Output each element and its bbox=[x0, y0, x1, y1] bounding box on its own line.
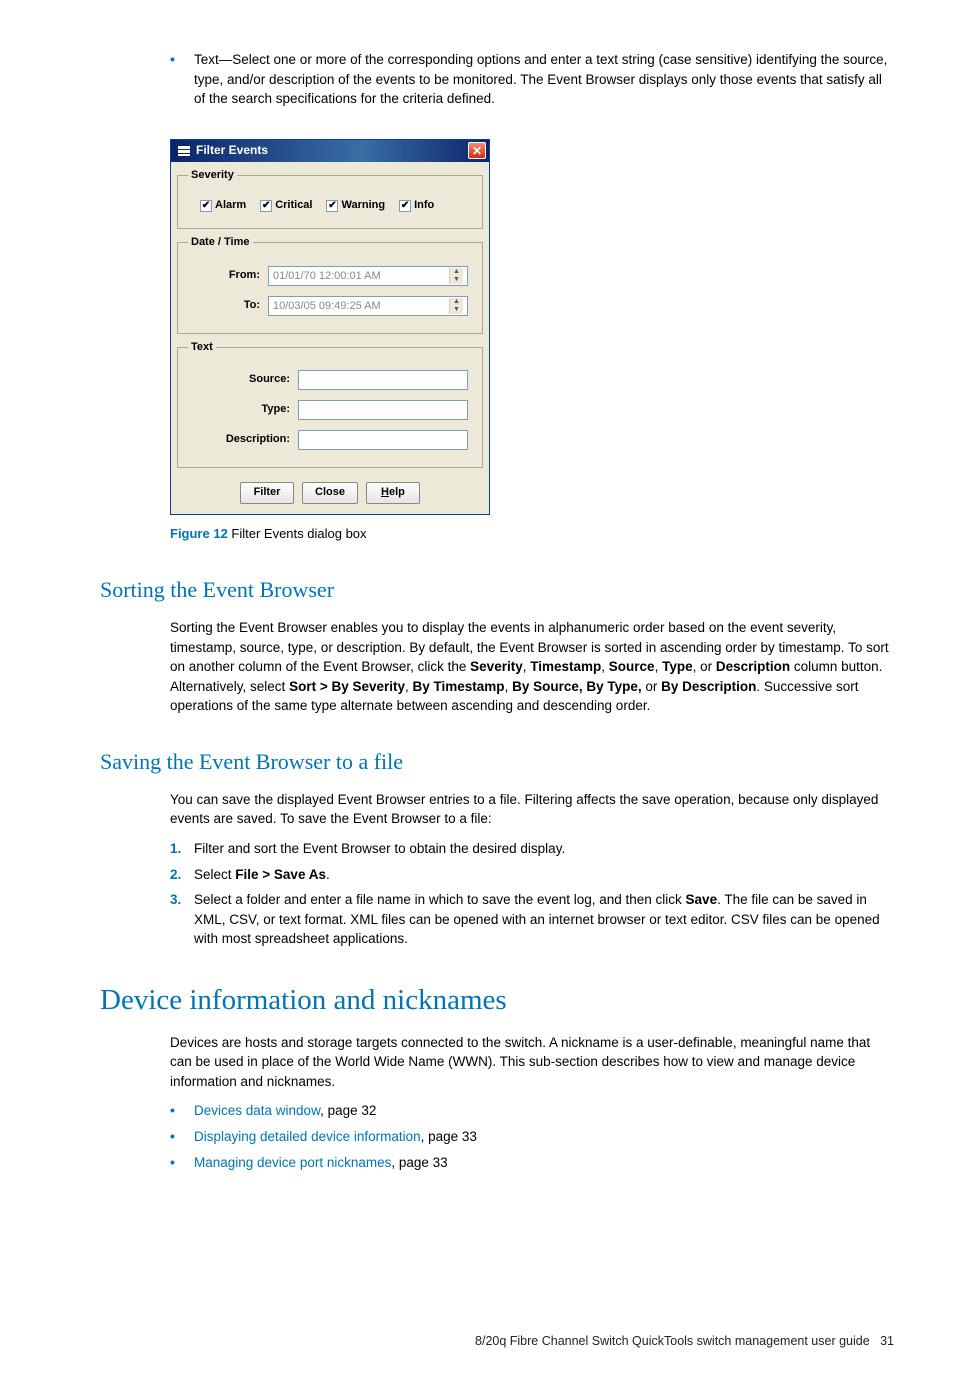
type-checkbox[interactable]: Type: bbox=[200, 402, 290, 418]
figure-text: Filter Events dialog box bbox=[228, 526, 367, 541]
step-text: Select File > Save As. bbox=[194, 865, 894, 885]
device-link-1: • Devices data window, page 32 bbox=[170, 1101, 894, 1121]
text-legend: Text bbox=[188, 340, 216, 356]
severity-legend: Severity bbox=[188, 168, 237, 184]
alarm-checkbox[interactable]: ✔Alarm bbox=[200, 198, 246, 214]
checkmark-icon: ✔ bbox=[399, 200, 411, 212]
info-checkbox[interactable]: ✔Info bbox=[399, 198, 434, 214]
device-link-2: • Displaying detailed device information… bbox=[170, 1127, 894, 1147]
from-datetime-input[interactable]: 01/01/70 12:00:01 AM ▲▼ bbox=[268, 266, 468, 286]
intro-prefix: Text— bbox=[194, 52, 232, 67]
step-3: 3. Select a folder and enter a file name… bbox=[170, 890, 894, 949]
device-intro: Devices are hosts and storage targets co… bbox=[170, 1033, 894, 1092]
critical-checkbox[interactable]: ✔Critical bbox=[260, 198, 312, 214]
step-2: 2. Select File > Save As. bbox=[170, 865, 894, 885]
checkmark-icon: ✔ bbox=[200, 200, 212, 212]
dialog-button-row: Filter Close Help bbox=[171, 474, 489, 514]
datetime-group: Date / Time From: 01/01/70 12:00:01 AM ▲… bbox=[177, 235, 483, 334]
bullet-icon: • bbox=[170, 1153, 194, 1171]
bullet-icon: • bbox=[170, 50, 194, 68]
filter-button[interactable]: Filter bbox=[240, 482, 294, 504]
page-number: 31 bbox=[880, 1334, 894, 1348]
figure-caption: Figure 12 Filter Events dialog box bbox=[170, 525, 894, 544]
dialog-titlebar: Filter Events ✕ bbox=[171, 140, 489, 162]
device-heading: Device information and nicknames bbox=[100, 979, 894, 1021]
page-footer: 8/20q Fibre Channel Switch QuickTools sw… bbox=[100, 1332, 894, 1350]
source-checkbox[interactable]: Source: bbox=[200, 372, 290, 388]
devices-data-window-link[interactable]: Devices data window bbox=[194, 1103, 320, 1118]
close-icon: ✕ bbox=[472, 145, 482, 157]
to-checkbox[interactable]: To: bbox=[200, 298, 260, 314]
step-1: 1. Filter and sort the Event Browser to … bbox=[170, 839, 894, 859]
spinner-icon[interactable]: ▲▼ bbox=[449, 298, 463, 314]
close-dialog-button[interactable]: Close bbox=[302, 482, 358, 504]
step-number: 3. bbox=[170, 890, 194, 910]
app-icon bbox=[177, 144, 191, 158]
intro-body: Select one or more of the corresponding … bbox=[194, 52, 887, 106]
to-datetime-input[interactable]: 10/03/05 09:49:25 AM ▲▼ bbox=[268, 296, 468, 316]
spinner-icon[interactable]: ▲▼ bbox=[449, 268, 463, 284]
step-number: 1. bbox=[170, 839, 194, 859]
saving-intro: You can save the displayed Event Browser… bbox=[170, 790, 894, 829]
warning-checkbox[interactable]: ✔Warning bbox=[326, 198, 385, 214]
severity-group: Severity ✔Alarm ✔Critical ✔Warning ✔Info bbox=[177, 168, 483, 229]
figure-label: Figure 12 bbox=[170, 526, 228, 541]
step-text: Filter and sort the Event Browser to obt… bbox=[194, 839, 894, 859]
checkmark-icon: ✔ bbox=[260, 200, 272, 212]
close-button[interactable]: ✕ bbox=[468, 142, 486, 159]
type-input[interactable]: . bbox=[298, 400, 468, 420]
source-input[interactable]: . bbox=[298, 370, 468, 390]
sorting-heading: Sorting the Event Browser bbox=[100, 574, 894, 606]
step-text: Select a folder and enter a file name in… bbox=[194, 890, 894, 949]
step-number: 2. bbox=[170, 865, 194, 885]
description-checkbox[interactable]: Description: bbox=[200, 432, 290, 448]
footer-text: 8/20q Fibre Channel Switch QuickTools sw… bbox=[475, 1334, 870, 1348]
description-input[interactable]: . bbox=[298, 430, 468, 450]
displaying-device-info-link[interactable]: Displaying detailed device information bbox=[194, 1129, 421, 1144]
bullet-icon: • bbox=[170, 1101, 194, 1119]
saving-heading: Saving the Event Browser to a file bbox=[100, 746, 894, 778]
filter-events-dialog: Filter Events ✕ Severity ✔Alarm ✔Critica… bbox=[170, 139, 490, 516]
sorting-paragraph: Sorting the Event Browser enables you to… bbox=[170, 618, 894, 716]
text-group: Text Source: . Type: . Description: . bbox=[177, 340, 483, 469]
device-link-3: • Managing device port nicknames, page 3… bbox=[170, 1153, 894, 1173]
from-checkbox[interactable]: From: bbox=[200, 268, 260, 284]
checkmark-icon: ✔ bbox=[326, 200, 338, 212]
managing-nicknames-link[interactable]: Managing device port nicknames bbox=[194, 1155, 391, 1170]
dialog-title: Filter Events bbox=[196, 142, 268, 159]
help-button[interactable]: Help bbox=[366, 482, 420, 504]
intro-text-bullet: • Text—Select one or more of the corresp… bbox=[170, 50, 894, 109]
bullet-icon: • bbox=[170, 1127, 194, 1145]
datetime-legend: Date / Time bbox=[188, 235, 253, 251]
